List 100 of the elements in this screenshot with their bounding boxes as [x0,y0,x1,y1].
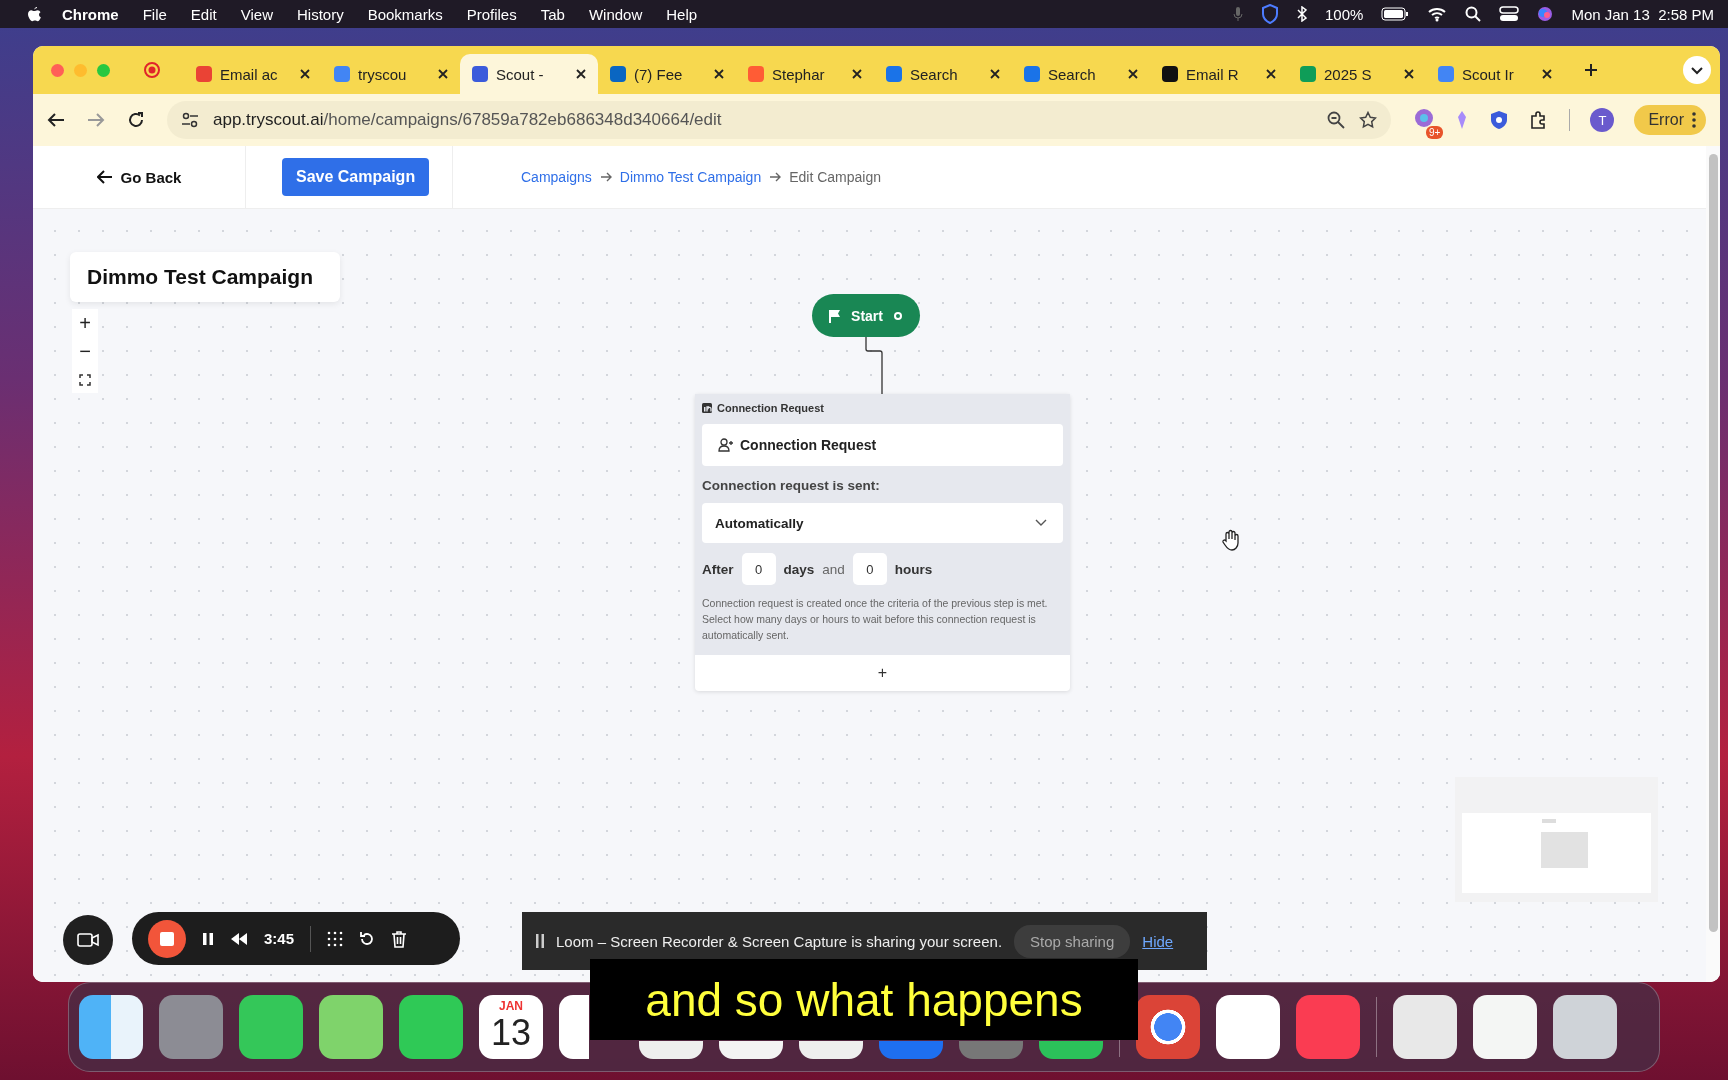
back-icon[interactable] [47,112,65,128]
save-campaign-button[interactable]: Save Campaign [282,158,430,196]
spreadsheet-icon[interactable] [1473,995,1537,1059]
scrollbar[interactable] [1708,154,1718,932]
sharing-message: Loom – Screen Recorder & Screen Capture is sharing your screen. [556,932,1003,950]
calendar-icon[interactable]: JAN 13 [479,995,543,1059]
battery-icon[interactable] [1381,7,1410,21]
facetime-icon[interactable] [399,995,463,1059]
breadcrumb-link[interactable]: Dimmo Test Campaign [619,169,762,185]
browser-tab[interactable]: Search [874,54,1012,94]
bluetooth-icon[interactable] [1297,6,1308,22]
finder-icon[interactable] [79,995,143,1059]
stop-sharing-button[interactable]: Stop sharing [1014,924,1131,958]
app-icon[interactable] [1039,1041,1103,1059]
add-step-button[interactable]: + [871,663,894,683]
browser-tab[interactable]: Search [1012,54,1150,94]
workflow-canvas[interactable] [33,209,1706,982]
app-icon[interactable] [719,1041,783,1059]
close-icon[interactable] [714,69,724,79]
address-bar[interactable]: app.tryscout.ai/home/campaigns/67859a782eb686348d340664/edit [167,101,1392,139]
browser-tab[interactable]: tryscou [322,54,460,94]
forward-icon[interactable] [87,112,105,128]
error-button[interactable]: Error [1634,105,1706,135]
app-icon[interactable] [639,1041,703,1059]
reminders-icon[interactable] [559,995,589,1059]
go-back-button[interactable]: Go Back [90,167,188,187]
browser-tab[interactable]: Stephar [736,54,874,94]
menu-item[interactable]: Bookmarks [355,5,455,23]
browser-tab[interactable]: Scout - [460,54,598,94]
rewind-icon[interactable] [230,931,248,946]
siri-icon[interactable] [1537,6,1554,22]
conjunction-label: and [822,561,845,577]
hours-input[interactable]: 0 [852,553,887,585]
shield-icon[interactable] [1261,4,1280,24]
document-icon[interactable] [1393,995,1457,1059]
start-node[interactable]: Start [812,294,920,337]
menu-item[interactable]: Help [654,5,710,23]
app-icon[interactable] [799,1041,863,1059]
grid-icon[interactable] [327,930,344,947]
close-icon[interactable] [852,69,862,79]
messages-icon[interactable] [239,995,303,1059]
trash-icon[interactable] [1553,995,1617,1059]
tab-list-icon[interactable] [1682,55,1712,85]
send-mode-dropdown[interactable]: Automatically [702,503,1063,543]
close-icon[interactable] [438,69,448,79]
close-icon[interactable] [1404,69,1414,79]
menu-item[interactable]: Tab [528,5,577,23]
menu-item[interactable]: Profiles [454,5,529,23]
close-icon[interactable] [990,69,1000,79]
close-icon[interactable] [1266,69,1276,79]
step-type-label: Connection Request [717,402,824,414]
handle-icon[interactable] [892,310,903,321]
menu-item[interactable]: View [228,5,285,23]
hide-link[interactable]: Hide [1142,932,1174,950]
app-menu[interactable]: Chrome [42,5,131,23]
days-input[interactable]: 0 [741,553,776,585]
browser-tab[interactable]: 2025 S [1288,54,1426,94]
action-field[interactable]: Connection Request [702,424,1063,466]
recording-time: 3:45 [264,930,295,947]
extension-icon[interactable] [1489,110,1510,130]
search-icon[interactable] [1465,6,1482,22]
reload-icon[interactable] [127,111,145,129]
apple-icon[interactable] [26,5,42,23]
trash-icon[interactable] [391,929,408,948]
control-center-icon[interactable] [1499,6,1520,22]
restart-icon[interactable] [359,930,376,947]
stop-button[interactable] [148,919,186,958]
record-icon[interactable] [144,62,160,78]
close-icon[interactable] [576,69,586,79]
menu-item[interactable]: File [130,5,179,23]
menu-item[interactable]: Edit [178,5,229,23]
star-icon[interactable] [1359,111,1378,129]
maps-icon[interactable] [319,995,383,1059]
plus-icon[interactable] [1584,63,1598,77]
browser-tab[interactable]: Email ac [184,54,322,94]
browser-tab[interactable]: Email R [1150,54,1288,94]
days-label: days [783,561,815,577]
profile-avatar[interactable]: T [1590,108,1615,132]
breadcrumb-link[interactable]: Campaigns [521,169,592,185]
extension-icon[interactable] [1413,107,1436,129]
site-info-icon[interactable] [181,112,199,128]
menu-item[interactable]: History [284,5,356,23]
close-icon[interactable] [300,69,310,79]
zoom-in-button[interactable]: + [72,309,98,337]
browser-tab[interactable]: Scout Ir [1426,54,1564,94]
launchpad-icon[interactable] [159,995,223,1059]
help-text: Connection request is created once the criteria of the previous step is met. Select how many days or hours to wait before this connection request is automatically sent. [702,596,1049,643]
music-icon[interactable] [1296,995,1360,1059]
slack-icon[interactable] [1216,995,1280,1059]
browser-tab[interactable]: (7) Fee [598,54,736,94]
step-card[interactable] [695,394,1070,691]
chrome-icon[interactable] [1136,995,1200,1059]
microphone-icon[interactable] [1233,6,1244,22]
menu-item[interactable]: Window [576,5,655,23]
wifi-icon[interactable] [1427,6,1448,22]
zoom-icon[interactable] [1327,111,1346,129]
pause-icon[interactable] [202,931,214,946]
close-icon[interactable] [1128,69,1138,79]
zoom-out-button[interactable]: − [72,337,98,365]
close-icon[interactable] [1542,69,1552,79]
